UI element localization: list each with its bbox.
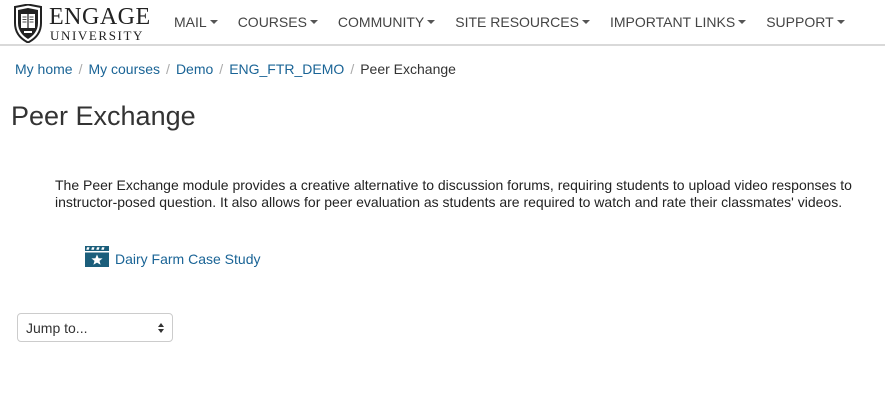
menu-item-courses[interactable]: COURSES xyxy=(228,0,328,44)
select-arrows-icon xyxy=(158,322,164,333)
breadcrumb-link-my-home[interactable]: My home xyxy=(15,61,73,77)
page-title: Peer Exchange xyxy=(11,101,196,131)
menu-item-important-links[interactable]: IMPORTANT LINKS xyxy=(600,0,756,44)
menu-item-community[interactable]: COMMUNITY xyxy=(328,0,445,44)
menu-item-label: IMPORTANT LINKS xyxy=(609,14,736,30)
breadcrumb: My home / My courses / Demo / ENG_FTR_DEMO / Pee… xyxy=(15,61,456,77)
caret-down-icon xyxy=(836,20,845,24)
brand-subtitle: UNIVERSITY xyxy=(50,28,144,43)
clapperboard-star-icon[interactable] xyxy=(85,246,109,267)
breadcrumb-separator: / xyxy=(78,61,83,77)
breadcrumb-current: Peer Exchange xyxy=(360,61,456,77)
module-description: The Peer Exchange module provides a crea… xyxy=(55,177,852,210)
activity-link-dairy-farm[interactable]: Dairy Farm Case Study xyxy=(115,247,260,267)
caret-down-icon xyxy=(738,20,747,24)
menu-item-support[interactable]: SUPPORT xyxy=(756,0,854,44)
menu-item-label: SITE RESOURCES xyxy=(455,14,579,30)
caret-down-icon xyxy=(209,20,218,24)
breadcrumb-separator: / xyxy=(350,61,355,77)
caret-down-icon xyxy=(427,20,436,24)
menu-item-site-resources[interactable]: SITE RESOURCES xyxy=(445,0,600,44)
menu-item-mail[interactable]: MAIL xyxy=(164,0,228,44)
breadcrumb-separator: / xyxy=(219,61,224,77)
caret-down-icon xyxy=(581,20,590,24)
brand-logo-link[interactable]: ENGAGE UNIVERSITY xyxy=(13,4,151,44)
menu-item-label: MAIL xyxy=(174,14,207,30)
top-navbar: ENGAGE UNIVERSITY MAIL COURSES COMMUNITY… xyxy=(0,0,885,46)
menu-item-label: COMMUNITY xyxy=(337,14,425,30)
menu-item-label: COURSES xyxy=(237,14,307,30)
brand-name: ENGAGE xyxy=(49,4,151,30)
breadcrumb-link-demo[interactable]: Demo xyxy=(176,61,213,77)
breadcrumb-link-my-courses[interactable]: My courses xyxy=(88,61,160,77)
caret-down-icon xyxy=(309,20,318,24)
breadcrumb-separator: / xyxy=(166,61,170,77)
breadcrumb-link-course[interactable]: ENG_FTR_DEMO xyxy=(229,61,344,77)
activity-item: Dairy Farm Case Study xyxy=(85,246,260,267)
jump-to-select[interactable]: Jump to... xyxy=(17,313,173,342)
menu-item-label: SUPPORT xyxy=(766,14,834,30)
shield-logo-icon xyxy=(14,4,42,43)
main-menu: MAIL COURSES COMMUNITY SITE RESOURCES IM… xyxy=(164,0,855,44)
jump-to-label: Jump to... xyxy=(26,319,88,336)
